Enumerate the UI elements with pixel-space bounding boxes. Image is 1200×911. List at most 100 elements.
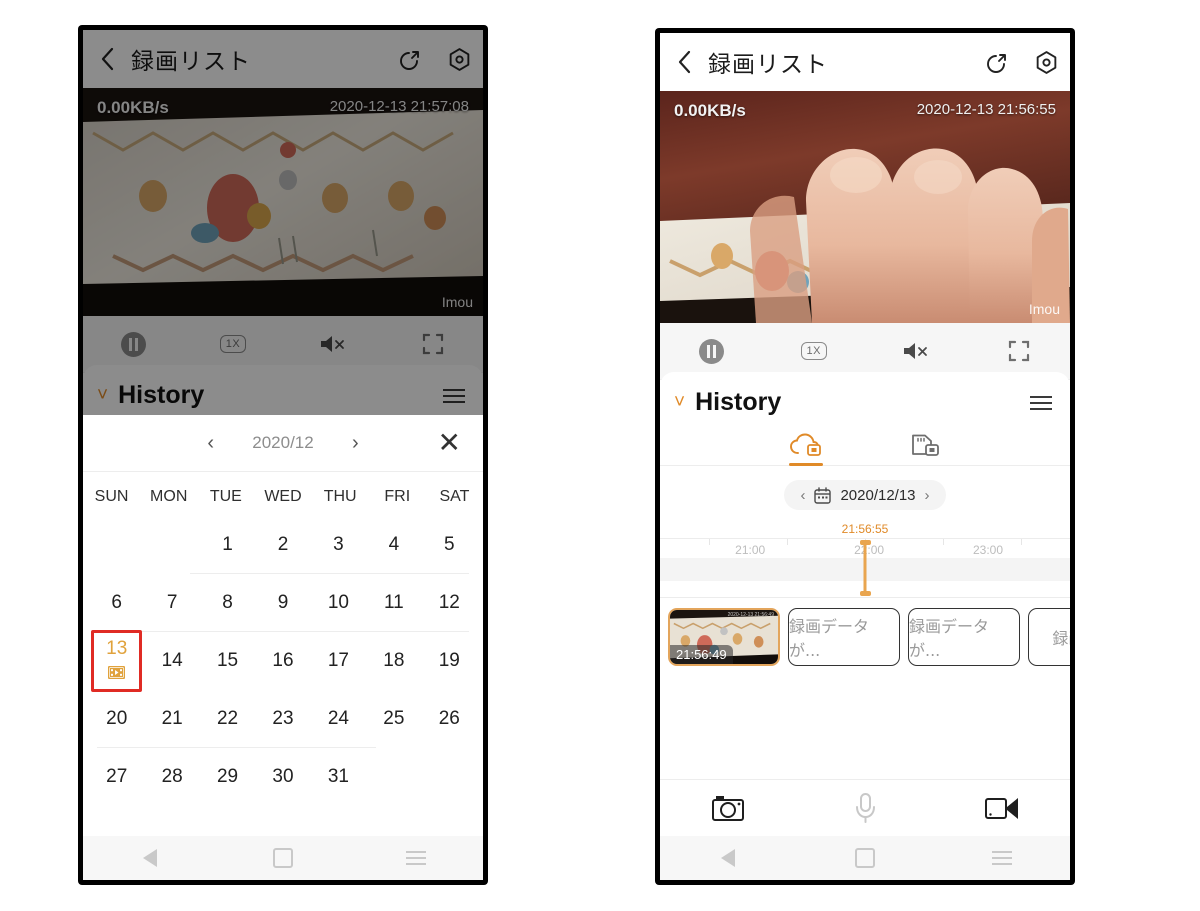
android-navbar: [83, 836, 483, 880]
sd-card-video-icon: [912, 434, 939, 456]
share-button[interactable]: [974, 50, 1022, 74]
prev-month-button[interactable]: ‹: [181, 432, 240, 455]
next-month-button[interactable]: ›: [326, 432, 385, 455]
android-recents-button[interactable]: [350, 847, 483, 869]
history-title: History: [695, 388, 782, 416]
timeline-playhead[interactable]: [863, 541, 867, 595]
calendar-day[interactable]: 24: [311, 690, 366, 748]
calendar-day[interactable]: 15: [200, 632, 255, 690]
modal-scrim[interactable]: [83, 30, 483, 415]
sd-card-tab[interactable]: [897, 427, 951, 465]
calendar-day[interactable]: 12: [422, 574, 477, 632]
clip-placeholder[interactable]: 録画デ...: [1028, 608, 1070, 666]
calendar-day[interactable]: 29: [200, 748, 255, 806]
weekday-fri: FRI: [384, 488, 411, 505]
calendar-day[interactable]: 28: [144, 748, 199, 806]
calendar-day[interactable]: 22: [200, 690, 255, 748]
calendar-day-selected[interactable]: 13: [89, 630, 144, 692]
timeline-tick: [1020, 539, 1022, 545]
settings-icon: [1036, 50, 1056, 74]
screenshot-stage: 録画リスト 0.00KB/s 2020-12-13 21:57:08 Imou …: [0, 0, 1200, 911]
calendar-day[interactable]: 17: [311, 632, 366, 690]
action-bar: [660, 779, 1070, 836]
calendar-day[interactable]: 19: [422, 632, 477, 690]
fullscreen-button[interactable]: [968, 340, 1071, 362]
android-home-button[interactable]: [797, 848, 934, 868]
video-timestamp: 2020-12-13 21:56:55: [916, 101, 1056, 118]
playhead-time-label: 21:56:55: [841, 522, 889, 536]
weekday-thu: THU: [323, 488, 357, 505]
android-recents-button[interactable]: [933, 847, 1070, 869]
calendar-grid: 1 2 3 4 5 6 7 8 9 10 11 12 13 14 15 16 1…: [83, 516, 483, 806]
clip-placeholder[interactable]: 録画データが...: [908, 608, 1020, 666]
prev-date-button[interactable]: ‹: [800, 487, 805, 504]
timeline-tick: [787, 539, 789, 545]
right-phone-frame: 録画リスト 0.00KB/s 2020-12-13 21:56:55 Imou …: [655, 28, 1075, 885]
video-player[interactable]: 0.00KB/s 2020-12-13 21:56:55 Imou: [660, 91, 1070, 323]
weekday-sat: SAT: [439, 488, 470, 505]
calendar-day[interactable]: 30: [255, 748, 310, 806]
clip-thumbnail[interactable]: 2020-12-13 21:56:49 21:56:49: [668, 608, 780, 666]
calendar-day[interactable]: 21: [144, 690, 199, 748]
calendar-header: ‹ 2020/12 › ✕: [83, 415, 483, 472]
calendar-day[interactable]: 31: [311, 748, 366, 806]
calendar-day[interactable]: 10: [311, 574, 366, 632]
timeline-track[interactable]: 21:00 22:00 23:00: [660, 538, 1070, 598]
left-phone-screen: 録画リスト 0.00KB/s 2020-12-13 21:57:08 Imou …: [83, 30, 483, 880]
clip-placeholder[interactable]: 録画データが...: [788, 608, 900, 666]
timeline-tick-label: 21:00: [735, 543, 766, 557]
history-header[interactable]: ˅ History: [660, 372, 1070, 423]
date-selector[interactable]: ‹ 2020/12/13 ›: [784, 480, 946, 510]
calendar-day[interactable]: 5: [422, 516, 477, 574]
timeline-tick: [709, 539, 711, 545]
calendar-day[interactable]: 3: [311, 516, 366, 574]
calendar-day[interactable]: 20: [89, 690, 144, 748]
calendar-day[interactable]: 7: [144, 574, 199, 632]
snapshot-button[interactable]: [660, 794, 797, 822]
calendar-day[interactable]: 6: [89, 574, 144, 632]
playback-speed-button[interactable]: 1X: [763, 342, 866, 360]
cloud-storage-tab[interactable]: [779, 427, 833, 466]
calendar-day[interactable]: 23: [255, 690, 310, 748]
calendar-day[interactable]: 18: [366, 632, 421, 690]
android-back-button[interactable]: [660, 849, 797, 867]
calendar-day[interactable]: 27: [89, 748, 144, 806]
calendar-day[interactable]: 9: [255, 574, 310, 632]
timeline[interactable]: 21:56:55 21:00 22:00 23:00: [660, 522, 1070, 598]
camera-icon: [712, 796, 745, 821]
calendar-day[interactable]: 11: [366, 574, 421, 632]
talk-button[interactable]: [797, 792, 934, 824]
record-button[interactable]: [933, 794, 1070, 822]
calendar-day[interactable]: 8: [200, 574, 255, 632]
android-recents-icon: [406, 847, 427, 869]
storage-tabs: [660, 423, 1070, 466]
calendar-day[interactable]: 16: [255, 632, 310, 690]
clip-strip[interactable]: 2020-12-13 21:56:49 21:56:49 録画データが... 録…: [660, 598, 1070, 666]
calendar-day[interactable]: 4: [366, 516, 421, 574]
calendar-day: [366, 748, 421, 806]
clip-corner-timestamp: 2020-12-13 21:56:49: [727, 612, 774, 618]
calendar-day[interactable]: 14: [144, 632, 199, 690]
back-button[interactable]: [660, 50, 708, 74]
calendar-day[interactable]: 1: [200, 516, 255, 574]
calendar-day[interactable]: 2: [255, 516, 310, 574]
calendar-day[interactable]: 26: [422, 690, 477, 748]
settings-button[interactable]: [1022, 50, 1070, 75]
app-header: 録画リスト: [660, 33, 1070, 91]
microphone-icon: [856, 793, 875, 823]
chevron-down-icon[interactable]: ˅: [674, 393, 685, 412]
android-navbar: [660, 836, 1070, 880]
calendar-day[interactable]: 25: [366, 690, 421, 748]
android-back-icon: [721, 849, 736, 867]
calendar-icon: [814, 486, 832, 504]
hamburger-menu-icon[interactable]: [1030, 392, 1052, 414]
pause-button[interactable]: [660, 338, 763, 364]
android-home-button[interactable]: [216, 848, 349, 868]
selection-highlight-box: [91, 630, 143, 692]
close-calendar-button[interactable]: ✕: [438, 429, 461, 457]
android-back-button[interactable]: [83, 849, 216, 867]
mute-button[interactable]: [865, 340, 968, 362]
history-panel: ˅ History: [660, 372, 1070, 666]
calendar-week-row: 6 7 8 9 10 11 12: [89, 574, 477, 632]
next-date-button[interactable]: ›: [925, 487, 930, 504]
